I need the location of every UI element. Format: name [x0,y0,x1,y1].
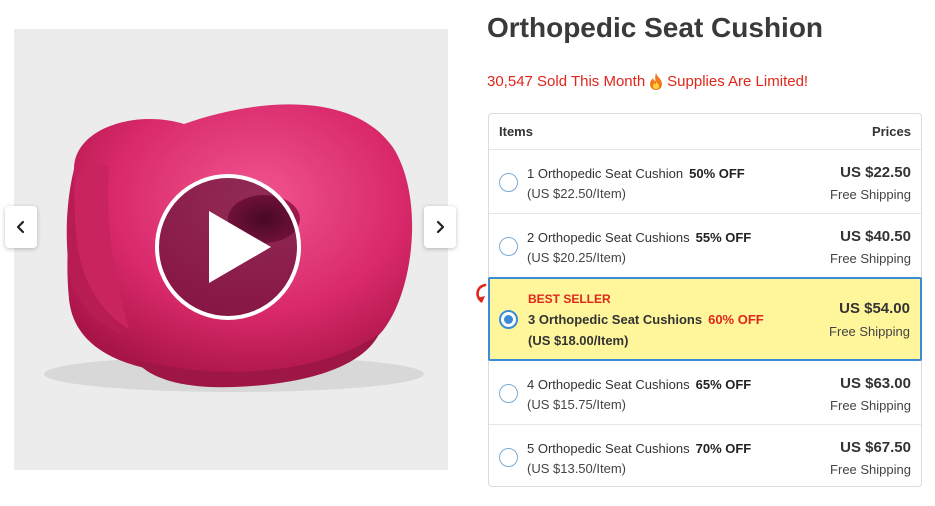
discount-label: 55% OFF [695,230,752,245]
bundle-name: 5 Orthopedic Seat Cushions 70% OFF [527,441,752,456]
bundle-name: 4 Orthopedic Seat Cushions 65% OFF [527,377,752,392]
shipping-label: Free Shipping [830,398,911,413]
radio-button[interactable] [499,448,518,467]
shipping-label: Free Shipping [830,251,911,266]
shipping-label: Free Shipping [830,462,911,477]
radio-button[interactable] [499,173,518,192]
bundle-option-4[interactable]: 4 Orthopedic Seat Cushions 65% OFF (US $1… [489,361,921,425]
best-seller-badge: BEST SELLER [528,292,611,306]
radio-button-selected[interactable] [499,310,518,329]
bundle-option-3-best-seller[interactable]: BEST SELLER 3 Orthopedic Seat Cushions 60… [476,277,922,361]
limited-supply-text: Supplies Are Limited! [667,73,809,90]
shipping-label: Free Shipping [830,187,911,202]
bundle-price: US $40.50 [840,228,911,245]
chevron-left-icon [16,220,25,234]
bundle-price: US $63.00 [840,375,911,392]
per-item-price: (US $22.50/Item) [527,186,626,201]
next-image-button[interactable] [424,206,456,248]
discount-label: 65% OFF [695,377,752,392]
sales-banner: 30,547 Sold This Month Supplies Are Limi… [487,73,808,90]
shipping-label: Free Shipping [829,324,910,339]
bundle-option-5[interactable]: 5 Orthopedic Seat Cushions 70% OFF (US $1… [489,425,921,489]
per-item-price: (US $15.75/Item) [527,397,626,412]
discount-label: 50% OFF [689,166,745,181]
chevron-right-icon [436,220,445,234]
bundle-option-2[interactable]: 2 Orthopedic Seat Cushions 55% OFF (US $2… [489,214,921,278]
per-item-price: (US $18.00/Item) [528,333,629,348]
per-item-price: (US $20.25/Item) [527,250,626,265]
product-image-gallery[interactable] [14,29,448,470]
discount-label: 70% OFF [695,441,752,456]
play-video-button[interactable] [155,174,301,320]
prices-column-header: Prices [871,124,911,139]
bundle-options-table: Items Prices 1 Orthopedic Seat Cushion 50… [476,113,922,489]
prev-image-button[interactable] [5,206,37,248]
product-title: Orthopedic Seat Cushion [487,12,824,43]
bundle-option-1[interactable]: 1 Orthopedic Seat Cushion 50% OFF (US $22… [489,150,921,214]
table-header: Items Prices [489,114,921,150]
radio-button[interactable] [499,237,518,256]
bundle-price: US $54.00 [839,300,910,317]
per-item-price: (US $13.50/Item) [527,461,626,476]
discount-label: 60% OFF [708,312,764,327]
fire-icon [650,73,663,90]
bundle-name: 3 Orthopedic Seat Cushions 60% OFF [528,312,764,327]
sold-count-text: 30,547 Sold This Month [487,73,646,90]
items-column-header: Items [499,124,533,139]
bundle-name: 1 Orthopedic Seat Cushion 50% OFF [527,166,745,181]
curved-arrow-icon [476,283,487,303]
bundle-price: US $67.50 [840,439,911,456]
radio-button[interactable] [499,384,518,403]
bundle-price: US $22.50 [840,164,911,181]
play-icon [209,211,271,283]
bundle-name: 2 Orthopedic Seat Cushions 55% OFF [527,230,752,245]
